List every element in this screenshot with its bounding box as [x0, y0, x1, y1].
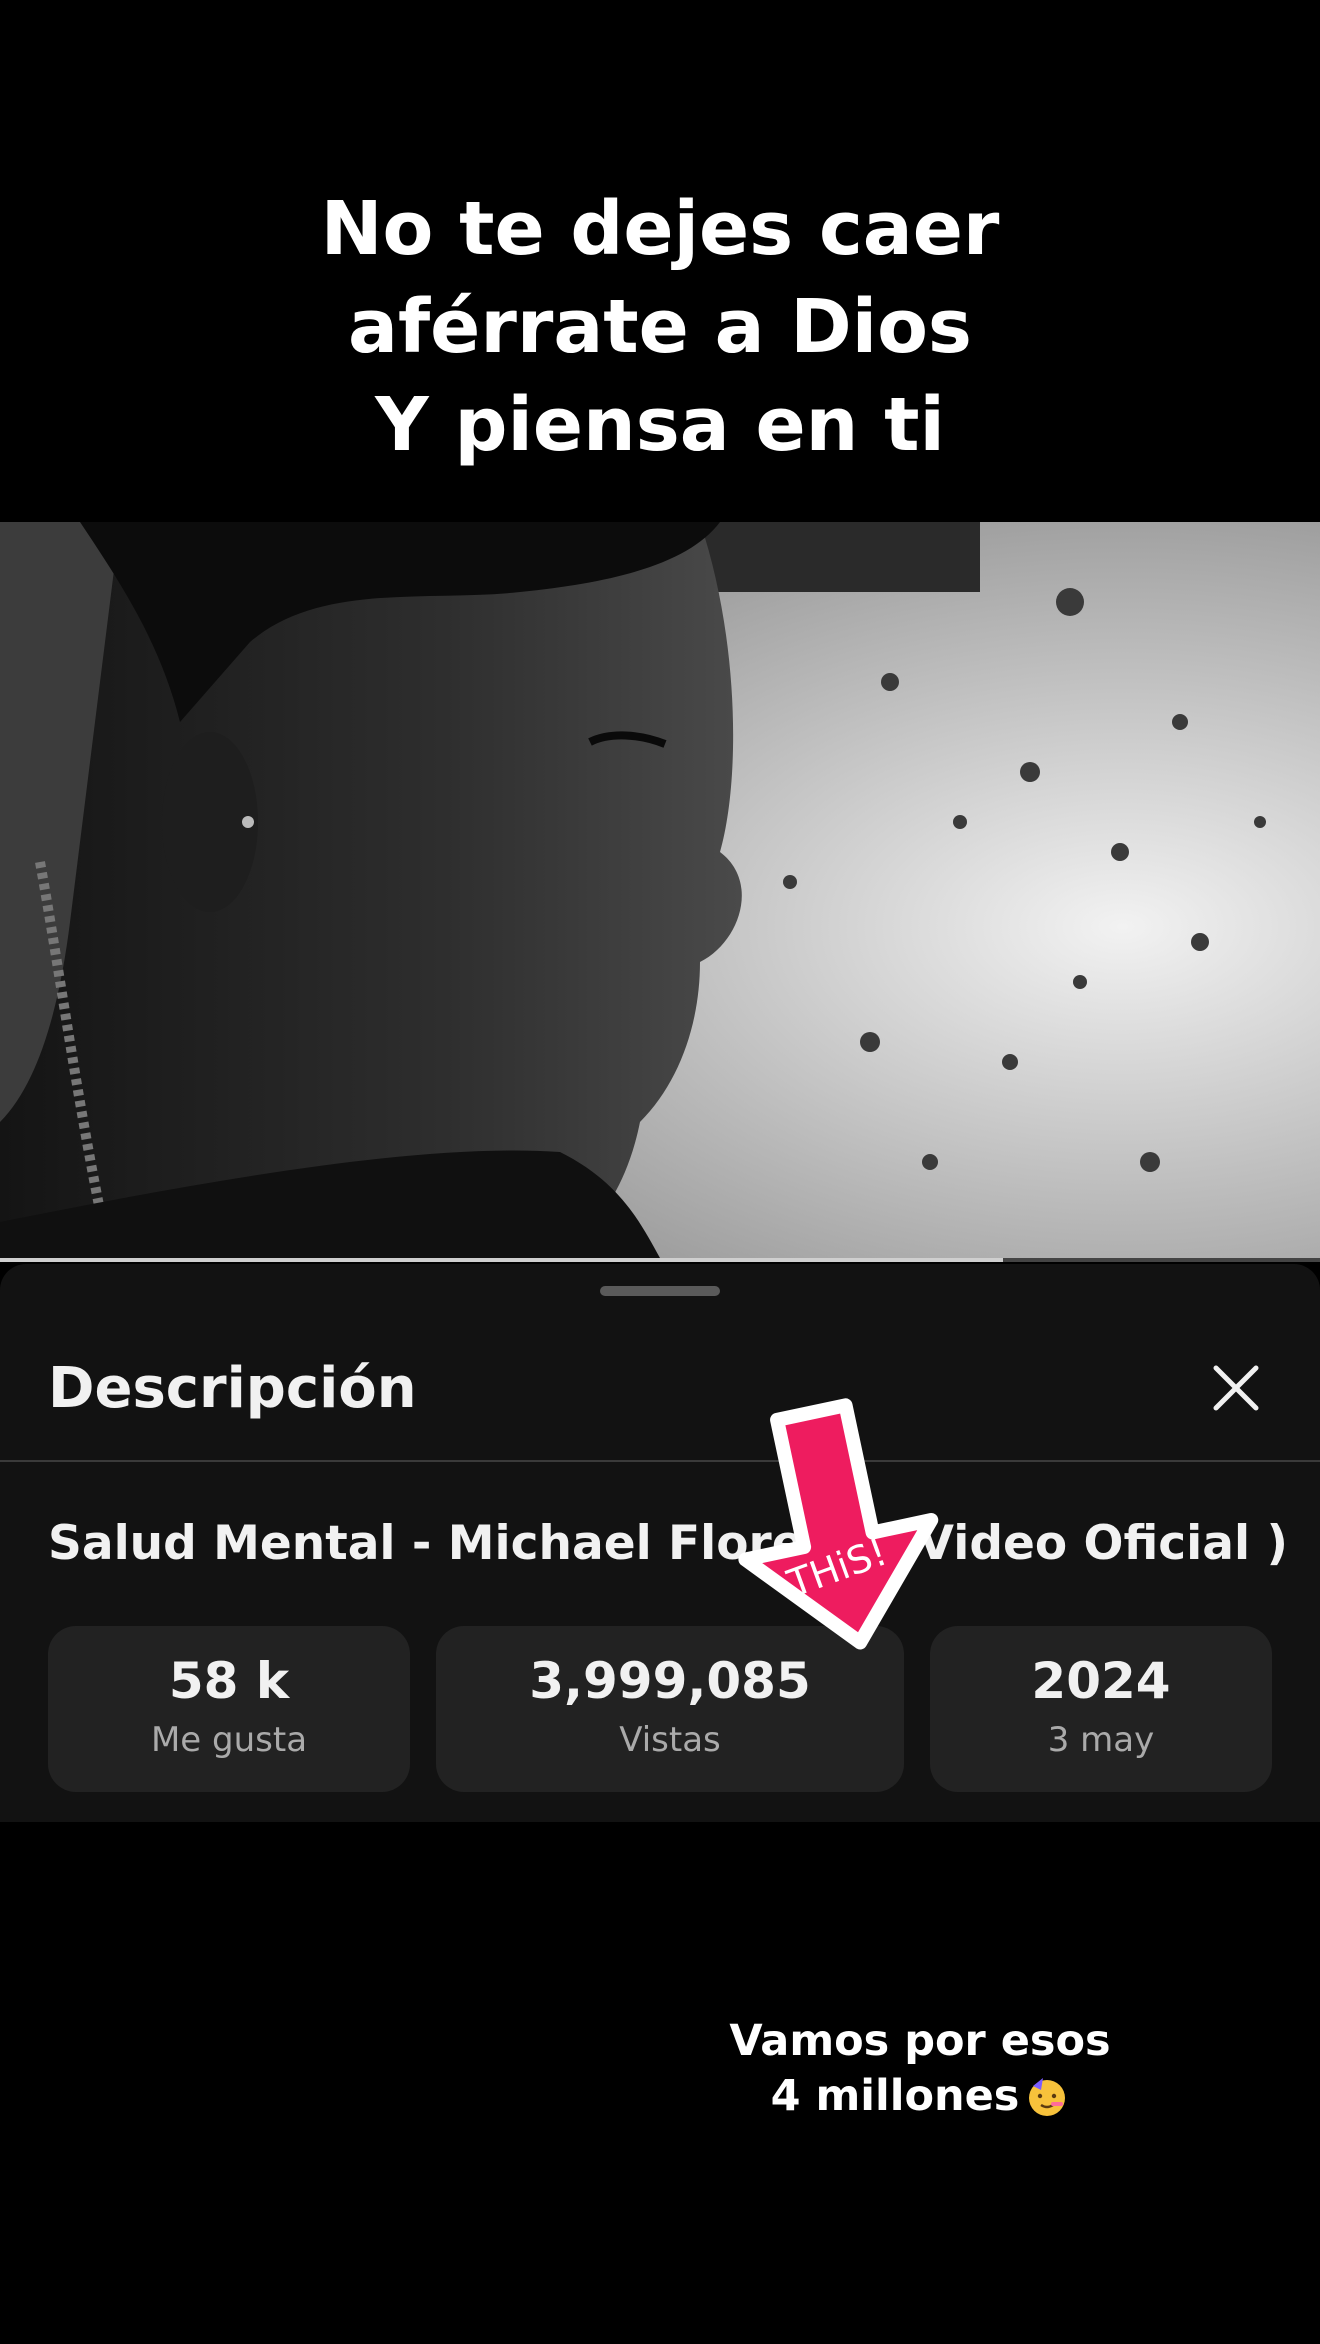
- drag-handle[interactable]: [600, 1286, 720, 1296]
- bottom-caption-line-2: 4 millones: [620, 2069, 1220, 2124]
- description-sheet: Descripción Salud Mental - Michael Flore…: [0, 1264, 1320, 1822]
- video-progress-bar[interactable]: [0, 1258, 1320, 1262]
- likes-stat-card: 58 k Me gusta: [48, 1626, 410, 1792]
- publish-year: 2024: [1031, 1652, 1171, 1710]
- views-label: Vistas: [619, 1720, 721, 1760]
- likes-label: Me gusta: [150, 1720, 308, 1760]
- overlay-caption-line: Y piensa en ti: [375, 382, 945, 468]
- overlay-caption-line: aférrate a Dios: [348, 284, 972, 370]
- arrow-down-sticker-icon: THiS!: [738, 1398, 939, 1650]
- publish-date: 3 may: [1047, 1720, 1155, 1760]
- date-stat-card: 2024 3 may: [930, 1626, 1272, 1792]
- bottom-caption: Vamos por esos 4 millones: [620, 2014, 1220, 2124]
- video-screen: No te dejes caer aférrate a Dios Y piens…: [0, 0, 1320, 2344]
- bottom-caption-text: 4 millones: [770, 2071, 1020, 2121]
- divider: [0, 1460, 1320, 1462]
- views-count: 3,999,085: [529, 1652, 811, 1710]
- party-face-emoji-icon: [1029, 2078, 1066, 2116]
- this-arrow-sticker: THiS!: [730, 1388, 960, 1658]
- bottom-caption-line: Vamos por esos: [729, 2016, 1111, 2066]
- sheet-title: Descripción: [48, 1356, 417, 1421]
- overlay-caption: No te dejes caer aférrate a Dios Y piens…: [0, 180, 1320, 474]
- overlay-caption-line: No te dejes caer: [320, 186, 1000, 272]
- close-icon: [1213, 1365, 1259, 1411]
- video-progress-fill: [0, 1258, 1004, 1262]
- video-player[interactable]: [0, 522, 1320, 1258]
- video-title: Salud Mental - Michael Florees ( Video O…: [48, 1516, 1288, 1571]
- close-button[interactable]: [1200, 1352, 1272, 1424]
- video-still-image: [0, 522, 1320, 1258]
- likes-count: 58 k: [168, 1652, 290, 1710]
